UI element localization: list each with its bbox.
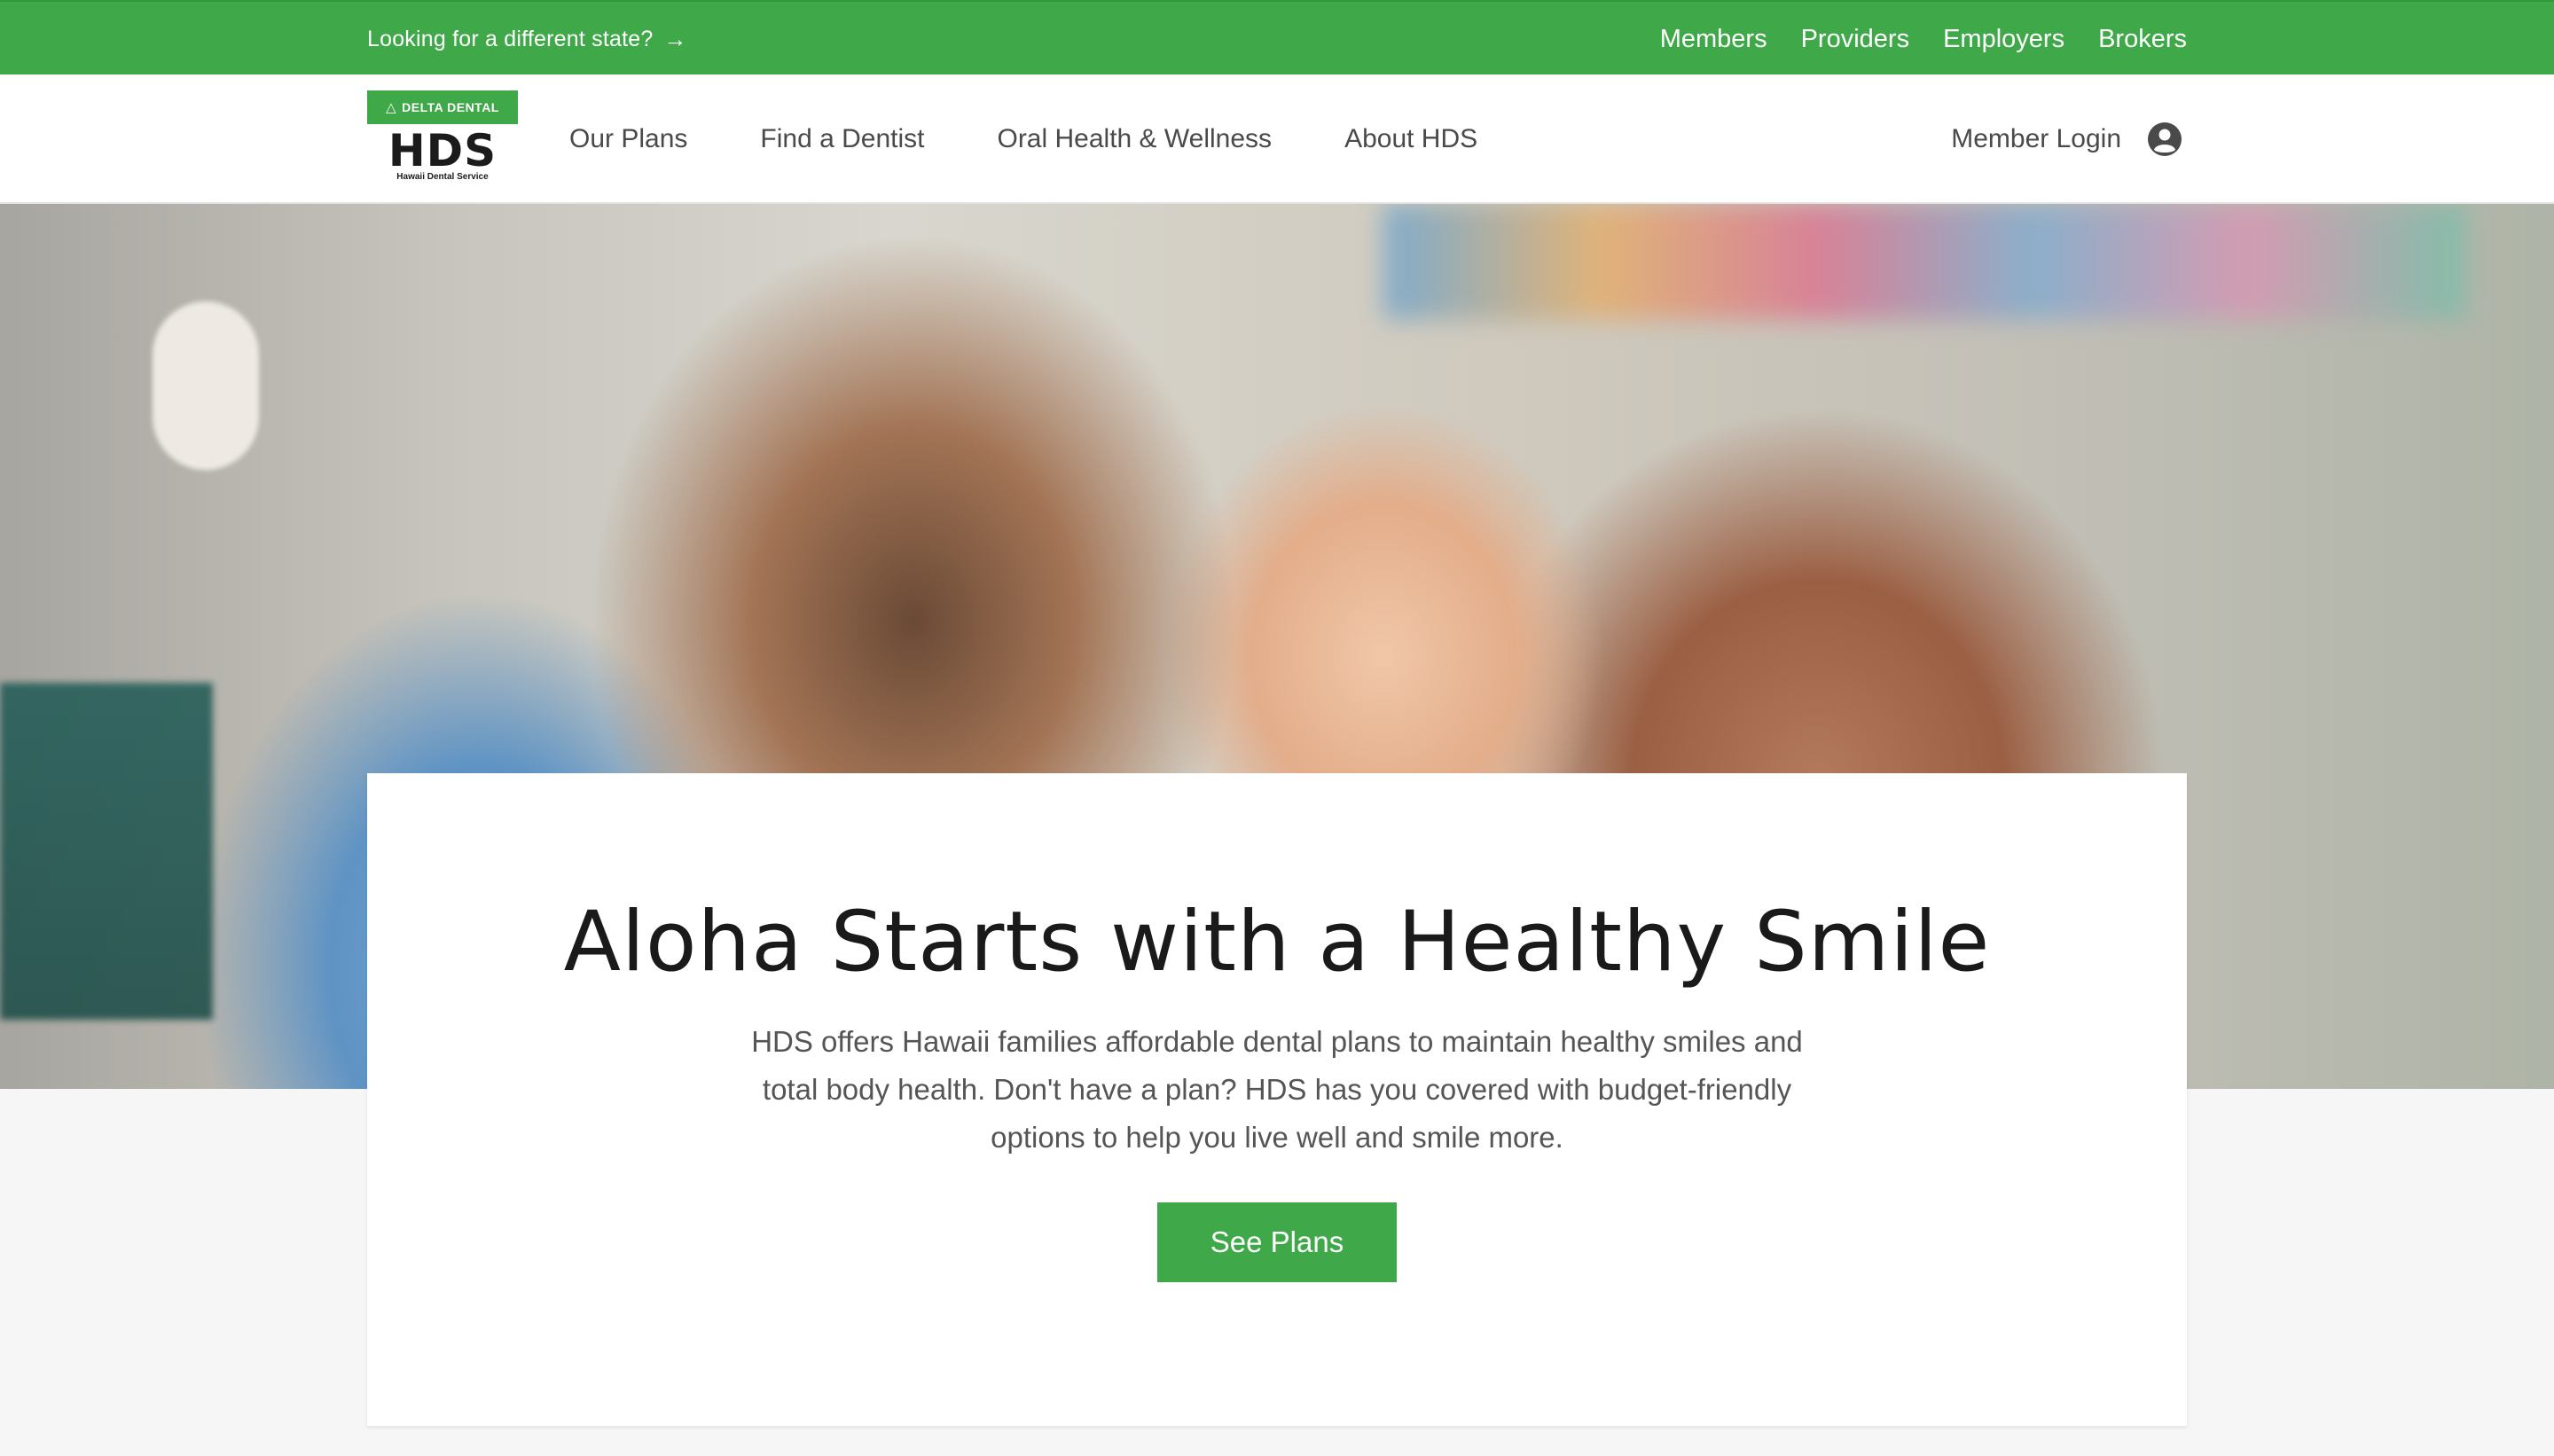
different-state-label: Looking for a different state? xyxy=(367,26,654,51)
user-circle-icon xyxy=(2148,122,2182,156)
hero-window xyxy=(0,683,213,1020)
nav-our-plans[interactable]: Our Plans xyxy=(569,124,687,154)
utility-bar: Looking for a different state? → Members… xyxy=(0,0,2554,74)
member-login-link[interactable]: Member Login xyxy=(1951,74,2182,204)
audience-link-providers[interactable]: Providers xyxy=(1801,25,1910,54)
main-header: △ DELTA DENTAL HDS Hawaii Dental Service… xyxy=(0,74,2554,204)
hero-wall-lamp xyxy=(153,301,259,470)
nav-oral-health-wellness[interactable]: Oral Health & Wellness xyxy=(997,124,1272,154)
audience-link-brokers[interactable]: Brokers xyxy=(2098,25,2187,54)
hero-title: Aloha Starts with a Healthy Smile xyxy=(563,894,1991,990)
audience-link-employers[interactable]: Employers xyxy=(1943,25,2064,54)
delta-icon: △ xyxy=(386,100,397,115)
audience-link-members[interactable]: Members xyxy=(1660,25,1767,54)
nav-about-hds[interactable]: About HDS xyxy=(1344,124,1477,154)
audience-nav: Members Providers Employers Brokers xyxy=(1660,2,2187,76)
member-login-label: Member Login xyxy=(1951,124,2121,153)
logo-badge-text: DELTA DENTAL xyxy=(402,100,499,114)
hero-content-card: Aloha Starts with a Healthy Smile HDS of… xyxy=(367,773,2187,1426)
different-state-link[interactable]: Looking for a different state? → xyxy=(367,2,687,76)
see-plans-button[interactable]: See Plans xyxy=(1157,1202,1397,1282)
logo-wordmark: HDS xyxy=(388,125,497,176)
arrow-right-icon: → xyxy=(663,25,687,52)
logo-badge: △ DELTA DENTAL xyxy=(367,90,518,124)
hero-banner-decoration xyxy=(1383,204,2465,319)
hds-logo[interactable]: △ DELTA DENTAL HDS Hawaii Dental Service xyxy=(367,90,518,190)
hero-body: HDS offers Hawaii families affordable de… xyxy=(751,1025,1803,1154)
primary-nav: Our Plans Find a Dentist Oral Health & W… xyxy=(569,74,1477,204)
nav-find-a-dentist[interactable]: Find a Dentist xyxy=(760,124,924,154)
